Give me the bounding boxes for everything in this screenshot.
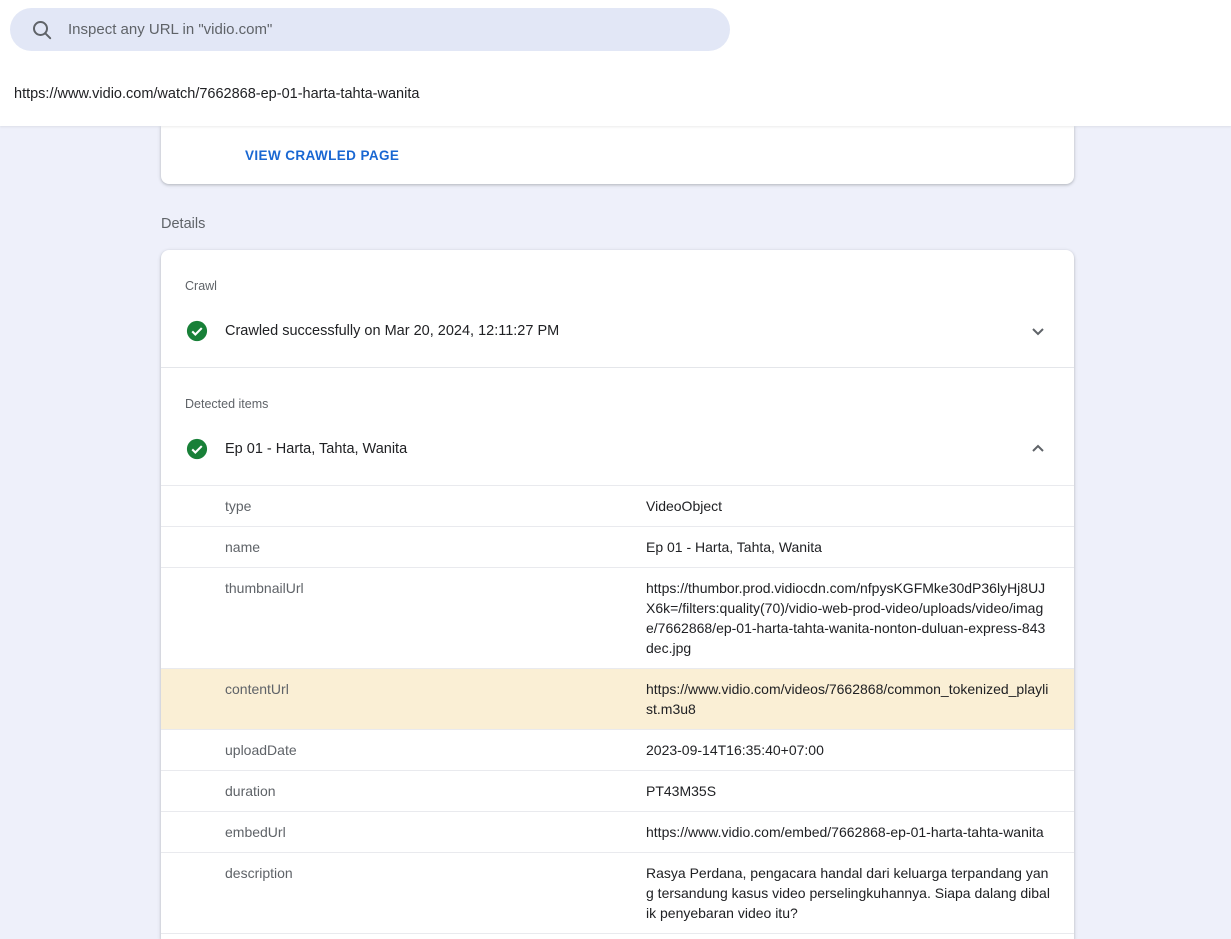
details-card: Crawl Crawled successfully on Mar 20, 20…: [161, 250, 1074, 939]
table-row: duration PT43M35S: [161, 771, 1074, 812]
property-value: 2023-09-14T16:35:40+07:00: [646, 730, 1074, 770]
property-value: VideoObject: [646, 486, 1074, 526]
table-row: description Rasya Perdana, pengacara han…: [161, 853, 1074, 934]
crawl-section: Crawl Crawled successfully on Mar 20, 20…: [161, 250, 1074, 368]
property-key: duration: [161, 771, 646, 811]
detected-items-label: Detected items: [185, 396, 1050, 413]
view-crawled-page-button[interactable]: VIEW CRAWLED PAGE: [229, 137, 415, 173]
property-key: type: [161, 486, 646, 526]
table-row: name Ep 01 - Harta, Tahta, Wanita: [161, 527, 1074, 568]
property-value: Rasya Perdana, pengacara handal dari kel…: [646, 853, 1074, 933]
url-inspection-searchbar[interactable]: [10, 8, 730, 51]
main-content: VIEW CRAWLED PAGE Details Crawl Crawled …: [0, 126, 1231, 939]
crawl-status-text: Crawled successfully on Mar 20, 2024, 12…: [225, 323, 1026, 339]
crawl-status-row[interactable]: Crawled successfully on Mar 20, 2024, 12…: [185, 309, 1050, 353]
details-section-label: Details: [161, 214, 1231, 234]
property-key: description: [161, 853, 646, 933]
success-check-icon: [186, 320, 208, 342]
detected-items-section: Detected items Ep 01 - Harta, Tahta, Wan…: [161, 368, 1074, 485]
crawl-section-label: Crawl: [185, 278, 1050, 295]
chevron-up-icon[interactable]: [1026, 437, 1050, 461]
search-icon[interactable]: [30, 18, 54, 42]
table-row: uploadDate 2023-09-14T16:35:40+07:00: [161, 730, 1074, 771]
detected-item-properties-table: type VideoObject name Ep 01 - Harta, Tah…: [161, 485, 1074, 934]
property-value: https://thumbor.prod.vidiocdn.com/nfpysK…: [646, 568, 1074, 668]
success-check-icon: [186, 438, 208, 460]
table-row: type VideoObject: [161, 486, 1074, 527]
inspection-header: https://www.vidio.com/watch/7662868-ep-0…: [0, 0, 1231, 126]
chevron-down-icon[interactable]: [1026, 319, 1050, 343]
inspected-url: https://www.vidio.com/watch/7662868-ep-0…: [14, 84, 419, 104]
detected-item-title: Ep 01 - Harta, Tahta, Wanita: [225, 441, 1026, 457]
property-key: embedUrl: [161, 812, 646, 852]
table-row: contentUrl https://www.vidio.com/videos/…: [161, 669, 1074, 730]
property-key: name: [161, 527, 646, 567]
url-inspection-input[interactable]: [66, 20, 714, 39]
property-key: contentUrl: [161, 669, 646, 729]
property-key: uploadDate: [161, 730, 646, 770]
property-key: thumbnailUrl: [161, 568, 646, 668]
property-value: https://www.vidio.com/embed/7662868-ep-0…: [646, 812, 1074, 852]
table-row: embedUrl https://www.vidio.com/embed/766…: [161, 812, 1074, 853]
property-value: https://www.vidio.com/videos/7662868/com…: [646, 669, 1074, 729]
property-value: Ep 01 - Harta, Tahta, Wanita: [646, 527, 1074, 567]
detected-item-row[interactable]: Ep 01 - Harta, Tahta, Wanita: [185, 427, 1050, 471]
property-value: PT43M35S: [646, 771, 1074, 811]
table-row: thumbnailUrl https://thumbor.prod.vidioc…: [161, 568, 1074, 669]
page-availability-card: VIEW CRAWLED PAGE: [161, 126, 1074, 184]
